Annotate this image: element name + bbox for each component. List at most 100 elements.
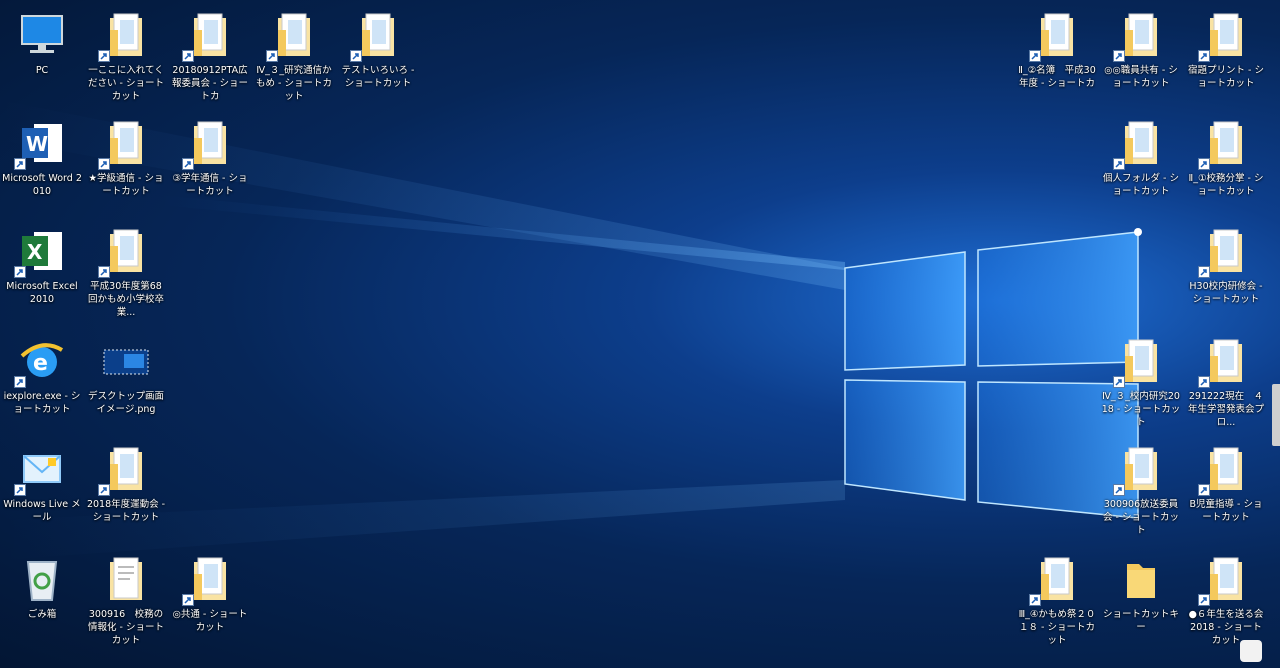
shortcut-arrow-icon: [14, 266, 26, 278]
svg-text:e: e: [33, 351, 48, 376]
folder-icon: [1198, 118, 1250, 170]
shortcut-arrow-icon: [1029, 50, 1041, 62]
desktop-icon-folder[interactable]: Ⅳ_３_校内研究2018 - ショートカット: [1099, 328, 1183, 432]
folder-icon: [182, 554, 234, 606]
icon-label: Ⅱ_①校務分掌 - ショートカット: [1188, 173, 1264, 197]
shortcut-arrow-icon: [14, 484, 26, 496]
folder-icon: [266, 10, 318, 62]
desktop-icon-folder[interactable]: 291222現在 ４年生学習発表会プロ...: [1184, 328, 1268, 432]
shortcut-arrow-icon: [14, 376, 26, 388]
desktop-icon-folder[interactable]: Ⅱ_②名簿 平成30年度 - ショートカ: [1015, 2, 1099, 106]
folder-icon: [350, 10, 402, 62]
shortcut-arrow-icon: [98, 484, 110, 496]
folder-icon: [1029, 554, 1081, 606]
folder-icon: [98, 226, 150, 278]
icon-label: 300906放送委員会 - ショートカット: [1103, 499, 1179, 536]
icon-label: Windows Live メール: [3, 499, 81, 523]
desktop-icon-folder[interactable]: ショートカットキー: [1099, 546, 1183, 650]
icon-label: ③学年通信 - ショートカット: [172, 173, 248, 197]
desktop-icon-folder[interactable]: テストいろいろ - ショートカット: [336, 2, 420, 106]
folder-icon: [98, 444, 150, 496]
desktop-icon-folder[interactable]: ★学級通信 - ショートカット: [84, 110, 168, 214]
icon-label: Ⅳ_３_研究通信かもめ - ショートカット: [256, 65, 332, 102]
desktop-icon-image-file[interactable]: デスクトップ画面イメージ.png: [84, 328, 168, 432]
desktop-icon-folder[interactable]: ◎◎職員共有 - ショートカット: [1099, 2, 1183, 106]
icon-label: ショートカットキー: [1102, 609, 1179, 633]
desktop-icon-windows-live-mail[interactable]: Windows Live メール: [0, 436, 84, 540]
shortcut-arrow-icon: [182, 158, 194, 170]
desktop-icon-word[interactable]: W Microsoft Word 2010: [0, 110, 84, 214]
pc-monitor-icon: [18, 10, 66, 60]
icon-label: B児童指導 - ショートカット: [1189, 499, 1263, 523]
shortcut-arrow-icon: [1029, 594, 1041, 606]
desktop-icon-recycle-bin[interactable]: ごみ箱: [0, 546, 84, 650]
desktop-icon-folder[interactable]: 宿題プリント - ショートカット: [1184, 2, 1268, 106]
desktop-icon-excel[interactable]: X Microsoft Excel 2010: [0, 218, 84, 322]
desktop-icon-folder[interactable]: H30校内研修会 - ショートカット: [1184, 218, 1268, 322]
desktop-icon-iexplore[interactable]: e iexplore.exe - ショートカット: [0, 328, 84, 432]
shortcut-arrow-icon: [266, 50, 278, 62]
word-icon: W: [14, 118, 66, 170]
shortcut-arrow-icon: [1198, 594, 1210, 606]
folder-icon: [182, 118, 234, 170]
icon-label: iexplore.exe - ショートカット: [3, 391, 81, 415]
icon-label: 20180912PTA広報委員会 - ショートカ: [172, 65, 248, 102]
shortcut-arrow-icon: [98, 266, 110, 278]
folder-icon: [1113, 336, 1165, 388]
desktop-icon-folder[interactable]: ●６年生を送る会2018 - ショートカット: [1184, 546, 1268, 650]
desktop-icon-folder[interactable]: B児童指導 - ショートカット: [1184, 436, 1268, 540]
icon-label: Microsoft Word 2010: [2, 173, 82, 197]
desktop-icon-folder[interactable]: Ⅳ_３_研究通信かもめ - ショートカット: [252, 2, 336, 106]
shortcut-arrow-icon: [182, 50, 194, 62]
desktop-icon-folder[interactable]: 一ここに入れてください - ショートカット: [84, 2, 168, 106]
desktop-icon-folder[interactable]: 20180912PTA広報委員会 - ショートカ: [168, 2, 252, 106]
shortcut-arrow-icon: [1198, 266, 1210, 278]
shortcut-arrow-icon: [1113, 376, 1125, 388]
shortcut-arrow-icon: [1113, 50, 1125, 62]
plain-folder-icon: [1117, 554, 1165, 604]
shortcut-arrow-icon: [1198, 484, 1210, 496]
desktop-icon-folder[interactable]: 個人フォルダ - ショートカット: [1099, 110, 1183, 214]
folder-icon: [1113, 10, 1165, 62]
mail-icon: [14, 444, 66, 496]
shortcut-arrow-icon: [14, 158, 26, 170]
icon-label: ★学級通信 - ショートカット: [88, 173, 164, 197]
desktop-icon-folder[interactable]: 300906放送委員会 - ショートカット: [1099, 436, 1183, 540]
desktop-icon-folder[interactable]: ③学年通信 - ショートカット: [168, 110, 252, 214]
folder-icon: [1029, 10, 1081, 62]
icon-label: ◎◎職員共有 - ショートカット: [1104, 65, 1178, 89]
desktop-icon-folder[interactable]: Ⅱ_①校務分掌 - ショートカット: [1184, 110, 1268, 214]
shortcut-arrow-icon: [98, 50, 110, 62]
document-icon: [102, 554, 150, 604]
shortcut-arrow-icon: [1198, 376, 1210, 388]
icon-label: 2018年度運動会 - ショートカット: [86, 499, 166, 523]
folder-icon: [98, 118, 150, 170]
desktop-icon-folder[interactable]: 2018年度運動会 - ショートカット: [84, 436, 168, 540]
shortcut-arrow-icon: [1198, 50, 1210, 62]
icon-label: PC: [35, 65, 49, 76]
svg-text:X: X: [27, 240, 43, 264]
shortcut-arrow-icon: [182, 594, 194, 606]
folder-icon: [1198, 10, 1250, 62]
icon-label: Ⅱ_②名簿 平成30年度 - ショートカ: [1018, 65, 1096, 89]
icon-label: Ⅳ_３_校内研究2018 - ショートカット: [1101, 391, 1181, 428]
icon-label: デスクトップ画面イメージ.png: [87, 391, 164, 415]
desktop-icon-document[interactable]: 300916 校務の情報化 - ショートカット: [84, 546, 168, 650]
desktop-icon-folder[interactable]: ◎共通 - ショートカット: [168, 546, 252, 650]
icon-label: 宿題プリント - ショートカット: [1188, 65, 1264, 89]
shortcut-arrow-icon: [1198, 158, 1210, 170]
desktop-icon-pc[interactable]: PC: [0, 2, 84, 106]
icon-label: 平成30年度第68回かもめ小学校卒業...: [87, 281, 164, 318]
icon-label: 一ここに入れてください - ショートカット: [88, 65, 164, 102]
shortcut-arrow-icon: [1113, 158, 1125, 170]
desktop-icon-folder[interactable]: Ⅲ_④かもめ祭２０１８ - ショートカット: [1015, 546, 1099, 650]
folder-icon: [182, 10, 234, 62]
excel-icon: X: [14, 226, 66, 278]
icon-label: 291222現在 ４年生学習発表会プロ...: [1187, 391, 1264, 428]
icon-label: H30校内研修会 - ショートカット: [1189, 281, 1263, 305]
svg-text:W: W: [26, 132, 48, 156]
desktop-icon-folder[interactable]: 平成30年度第68回かもめ小学校卒業...: [84, 218, 168, 322]
shortcut-arrow-icon: [350, 50, 362, 62]
folder-icon: [98, 10, 150, 62]
edge-scroll-handle[interactable]: [1272, 384, 1280, 446]
